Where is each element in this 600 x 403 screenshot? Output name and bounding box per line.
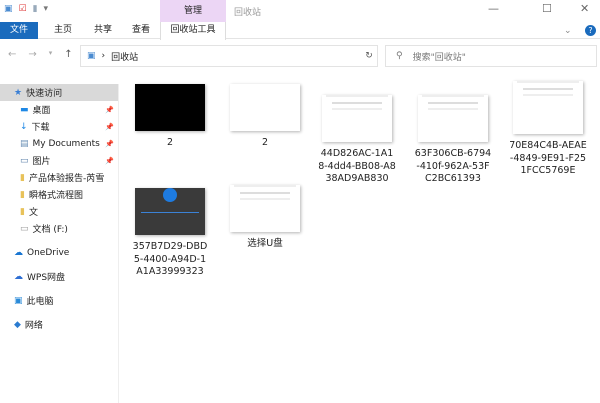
- sidebar-item-label: 文: [28, 208, 38, 218]
- thumbnail-image: [230, 84, 300, 131]
- computer-icon: ▣: [14, 295, 23, 306]
- title-bar: ▣ ☑ ▮ ▾ 管理 回收站 — ☐ ✕: [0, 0, 600, 22]
- sidebar-item[interactable]: ▬ 桌面 📌: [0, 101, 118, 118]
- sidebar-item-label: 下载: [31, 123, 50, 133]
- back-arrow-icon[interactable]: ←: [8, 49, 16, 60]
- sidebar-item-label: 快速访问: [26, 89, 63, 99]
- minimize-button[interactable]: —: [488, 2, 499, 15]
- pin-icon[interactable]: 📌: [105, 140, 114, 148]
- navigation-buttons: ← → ▾ ↑: [8, 49, 73, 60]
- navigation-pane: ★ 快速访问 ▬ 桌面 📌 ↓ 下载 📌 ▤ My Documents 📌 ▭ 图片 📌 ▮ 产品体验报告-芮…: [0, 84, 118, 333]
- sidebar-item[interactable]: ▭ 文档 (F:): [0, 220, 118, 237]
- breadcrumb-recycle-bin[interactable]: 回收站: [111, 50, 138, 63]
- tab-recycle-bin-tools[interactable]: 回收站工具: [160, 22, 226, 40]
- thumbnail-image: [230, 185, 300, 232]
- sidebar-item[interactable]: ▮ 瞬格式流程图: [0, 186, 118, 203]
- address-bar[interactable]: ▣ › 回收站: [80, 45, 378, 67]
- file-name: 70E84C4B-AEAE-4849-9E91-F251FCC5769E: [509, 140, 587, 176]
- file-name: 2: [261, 137, 269, 148]
- network-icon: ◆: [14, 319, 21, 330]
- file-name: 44D826AC-1A18-4dd4-BB08-A838AD9AB830: [318, 148, 396, 184]
- file-name: 63F306CB-6794-410f-962A-53FC2BC61393: [414, 148, 492, 184]
- file-item[interactable]: 357B7D29-DBD5-4400-A94D-1A1A33999323: [125, 180, 215, 279]
- close-button[interactable]: ✕: [580, 2, 589, 15]
- breadcrumb-chevron-icon: ›: [101, 51, 106, 61]
- sidebar-item-label: 产品体验报告-芮雪: [28, 174, 105, 184]
- file-name: 357B7D29-DBD5-4400-A94D-1A1A33999323: [132, 241, 208, 277]
- document-icon: ▤: [20, 138, 29, 149]
- file-name: 2: [166, 137, 174, 148]
- pin-icon[interactable]: 📌: [105, 157, 114, 165]
- recycle-bin-icon: ▣: [87, 51, 96, 61]
- up-arrow-icon[interactable]: ↑: [64, 49, 72, 60]
- quick-access-toolbar: ▣ ☑ ▮ ▾: [4, 4, 48, 14]
- sidebar-item-label: My Documents: [32, 138, 100, 149]
- recent-dropdown-icon[interactable]: ▾: [49, 49, 53, 60]
- sidebar-item[interactable]: ☁ OneDrive: [0, 244, 118, 261]
- tab-file[interactable]: 文件: [0, 22, 38, 39]
- tab-view[interactable]: 查看: [126, 22, 156, 39]
- sidebar-item-label: 桌面: [32, 106, 51, 116]
- sidebar-item-label: WPS网盘: [27, 273, 66, 283]
- file-item[interactable]: 2: [125, 84, 215, 150]
- file-item[interactable]: 选择U盘: [220, 180, 310, 251]
- help-icon[interactable]: ?: [585, 25, 596, 36]
- drive-icon: ▭: [20, 223, 29, 234]
- ribbon-tabs: 文件 主页 共享 查看 回收站工具 ⌄ ?: [0, 22, 600, 40]
- sidebar-item[interactable]: ▤ My Documents 📌: [0, 135, 118, 152]
- sidebar-item[interactable]: ★ 快速访问: [0, 84, 118, 101]
- sidebar-item-label: 网络: [24, 321, 43, 331]
- sidebar-item[interactable]: ▮ 产品体验报告-芮雪: [0, 169, 118, 186]
- thumbnail-image: [322, 95, 392, 142]
- pin-icon[interactable]: 📌: [105, 123, 114, 131]
- thumbnail-image: [418, 95, 488, 142]
- desktop-icon: ▬: [20, 104, 29, 115]
- file-item[interactable]: 63F306CB-6794-410f-962A-53FC2BC61393: [408, 90, 498, 186]
- cloud-icon: ☁: [14, 247, 23, 258]
- new-folder-icon[interactable]: ▮: [33, 4, 38, 14]
- sidebar-item[interactable]: ▮ 文: [0, 203, 118, 220]
- thumbnail-image: [513, 81, 583, 134]
- sidebar-item-label: 图片: [32, 157, 51, 167]
- tab-home[interactable]: 主页: [48, 22, 78, 39]
- customize-dropdown-icon[interactable]: ▾: [44, 4, 49, 14]
- sidebar-item[interactable]: ◆ 网络: [0, 316, 118, 333]
- file-item[interactable]: 44D826AC-1A18-4dd4-BB08-A838AD9AB830: [312, 90, 402, 186]
- folder-icon: ▮: [20, 189, 25, 200]
- pin-icon[interactable]: 📌: [105, 106, 114, 114]
- sidebar-item-label: 文档 (F:): [32, 225, 68, 235]
- download-icon: ↓: [20, 121, 28, 132]
- folder-icon: ▮: [20, 172, 25, 183]
- file-name: 选择U盘: [247, 238, 283, 249]
- thumbnail-image: [135, 84, 205, 131]
- file-item[interactable]: 70E84C4B-AEAE-4849-9E91-F251FCC5769E: [503, 76, 593, 178]
- sidebar-item[interactable]: ▣ 此电脑: [0, 292, 118, 309]
- expand-ribbon-icon[interactable]: ⌄: [564, 26, 572, 36]
- maximize-button[interactable]: ☐: [542, 2, 552, 15]
- sidebar-item-label: 此电脑: [26, 297, 54, 307]
- sidebar-item[interactable]: ▭ 图片 📌: [0, 152, 118, 169]
- file-item[interactable]: 2: [220, 84, 310, 150]
- forward-arrow-icon[interactable]: →: [28, 49, 36, 60]
- thumbnail-image: [135, 188, 205, 235]
- sidebar-item[interactable]: ☁ WPS网盘: [0, 268, 118, 285]
- window-title: 回收站: [234, 8, 262, 18]
- pane-divider[interactable]: [118, 84, 119, 403]
- sidebar-item[interactable]: ↓ 下载 📌: [0, 118, 118, 135]
- star-icon: ★: [14, 87, 23, 98]
- search-input[interactable]: 搜索"回收站": [413, 50, 466, 63]
- refresh-button[interactable]: ↻: [358, 45, 380, 67]
- sidebar-item-label: 瞬格式流程图: [28, 191, 83, 201]
- pictures-icon: ▭: [20, 155, 29, 166]
- context-tab-manage[interactable]: 管理: [160, 0, 226, 22]
- search-box[interactable]: ⚲ 搜索"回收站": [385, 45, 597, 67]
- recycle-bin-icon: ▣: [4, 4, 13, 14]
- properties-icon[interactable]: ☑: [19, 4, 27, 14]
- folder-icon: ▮: [20, 206, 25, 217]
- sidebar-item-label: OneDrive: [27, 247, 70, 258]
- wps-cloud-icon: ☁: [14, 271, 23, 282]
- search-icon: ⚲: [396, 51, 403, 61]
- tab-share[interactable]: 共享: [88, 22, 118, 39]
